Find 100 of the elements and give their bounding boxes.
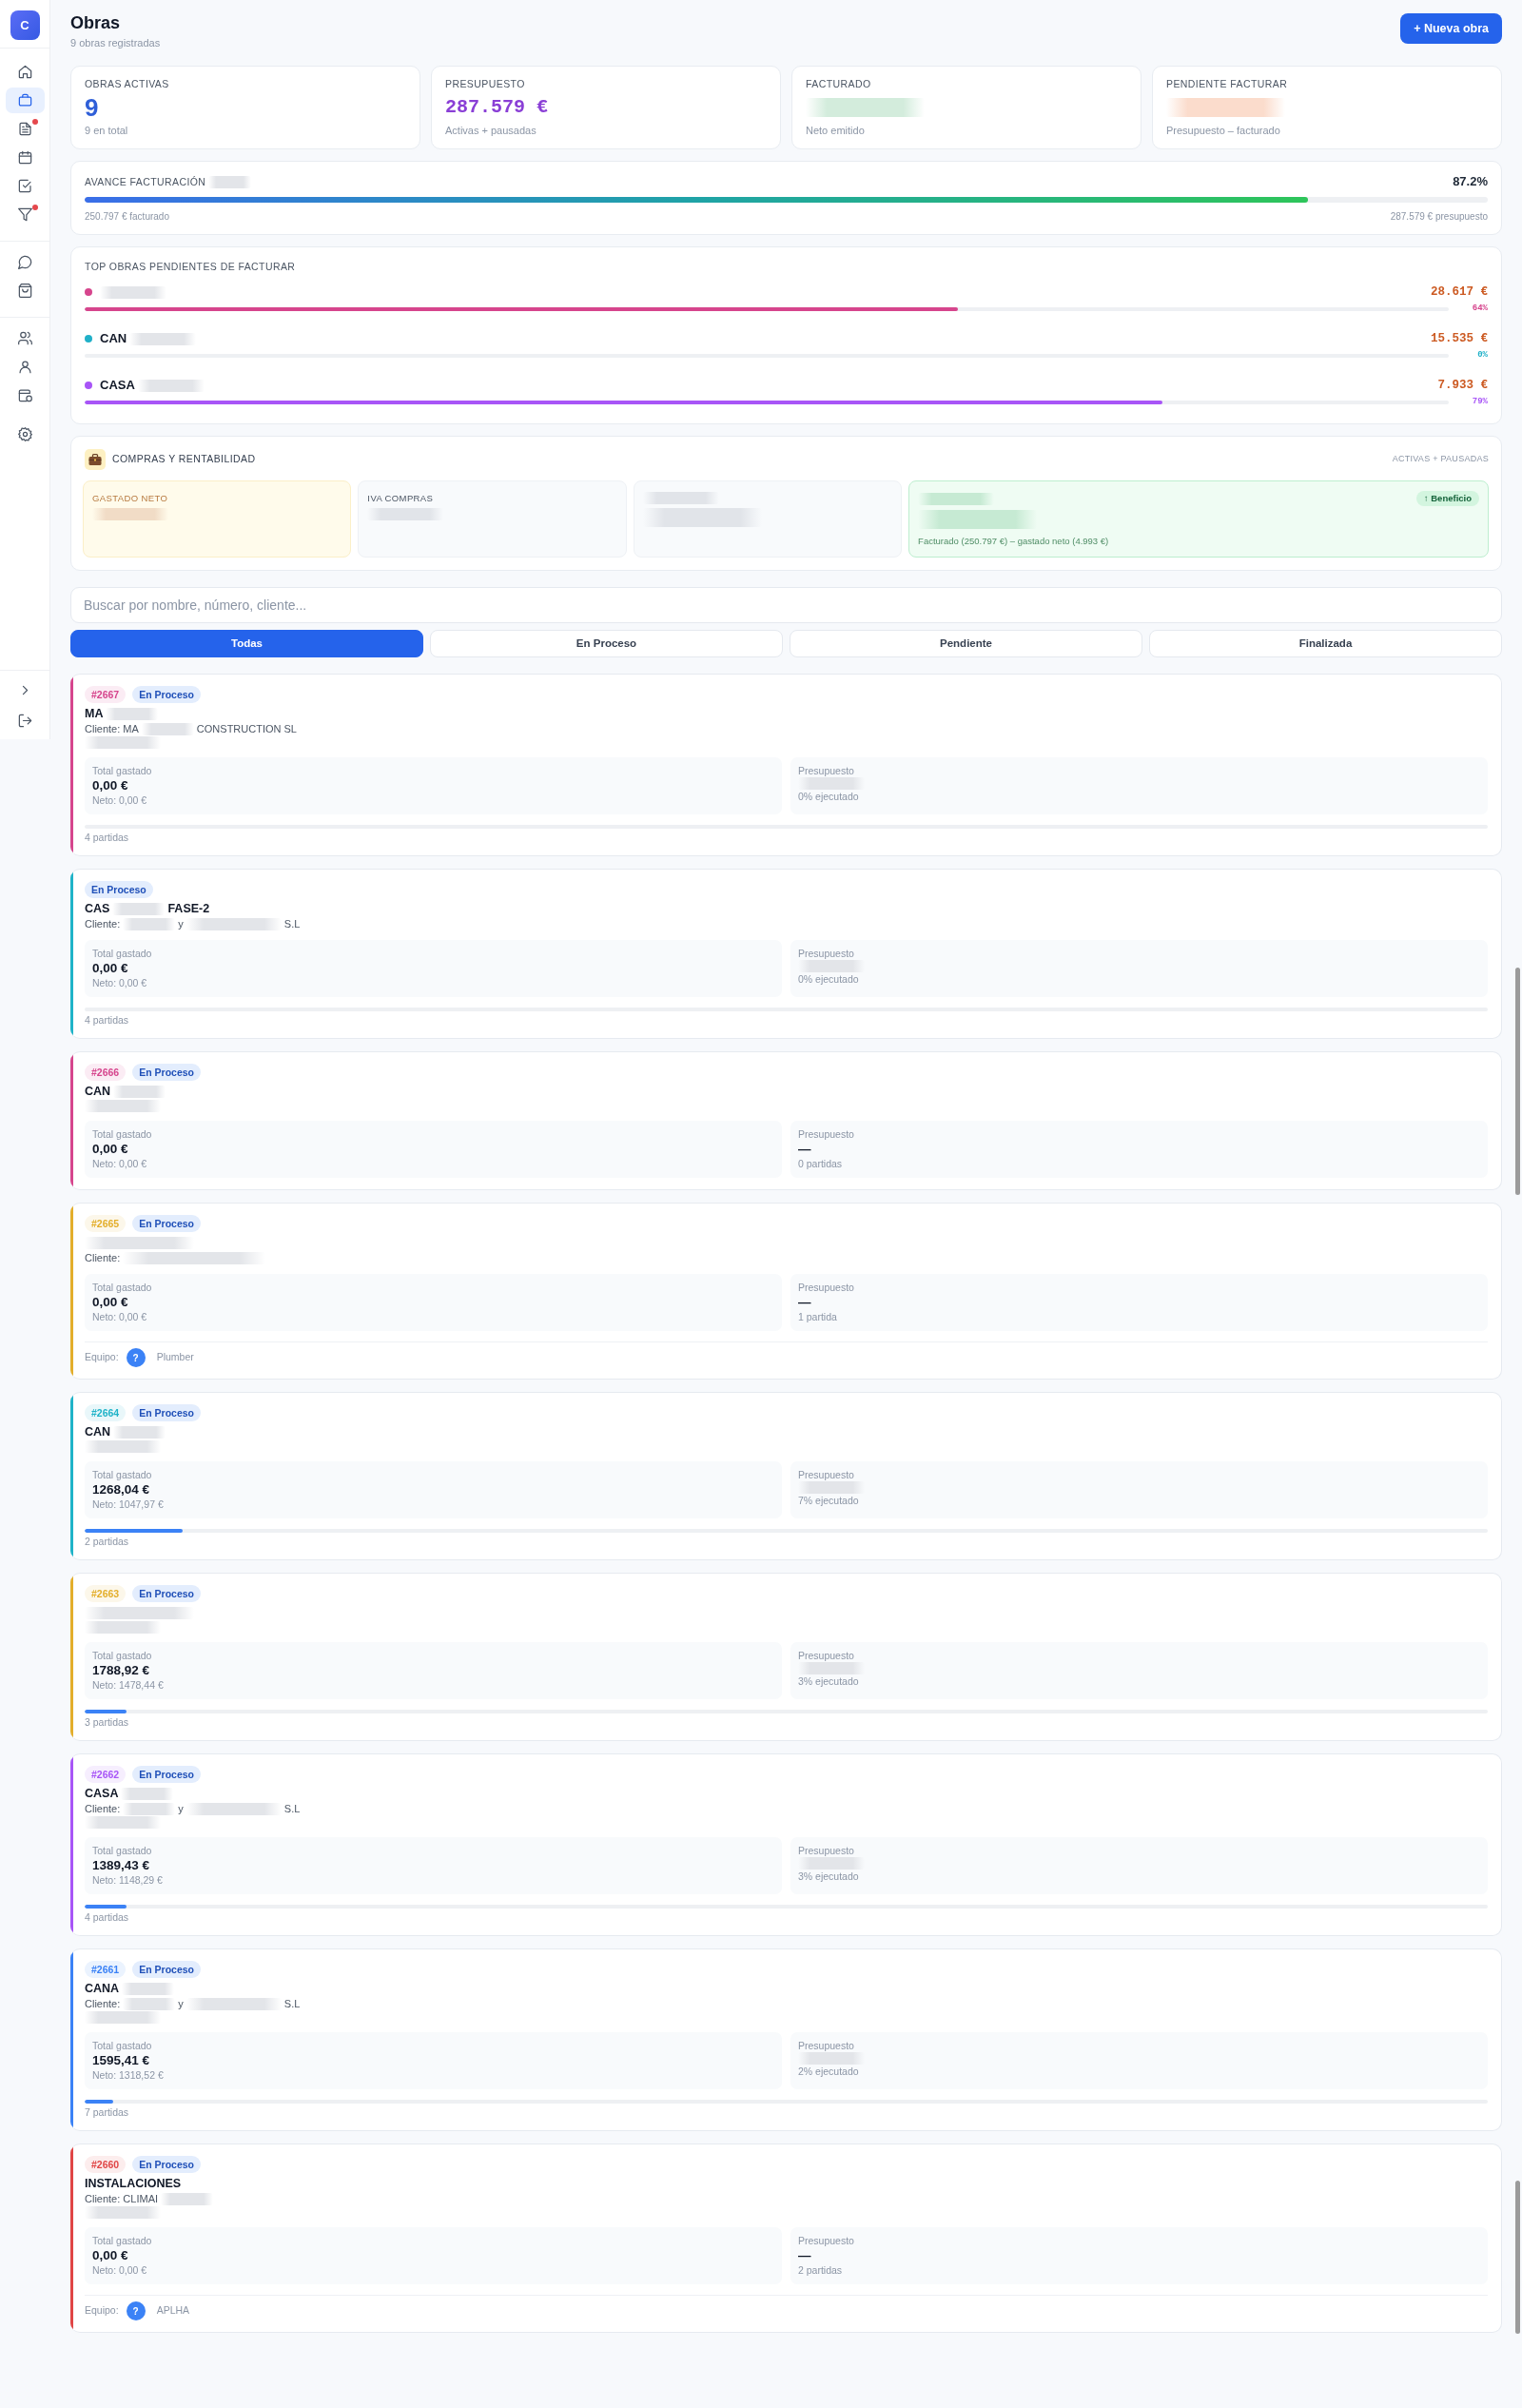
spent-amount: 1268,04 € (92, 1481, 151, 1498)
items-count: 4 partidas (85, 1911, 130, 1924)
team-label: Equipo: (85, 1350, 119, 1365)
redacted-block (208, 175, 252, 188)
work-title: FASE-2 (167, 900, 210, 917)
pending-percent: 79% (1471, 396, 1488, 409)
project-card[interactable]: #2660 En Proceso INSTALACIONES Cliente: CLIMAI Total gastado 0,00 € Neto: 0,00 € Presupuesto — 2 partidas Equipo: ? APLHA (70, 2144, 1502, 2333)
project-card[interactable]: #2664 En Proceso CAN Total gastado 1268,04 € Neto: 1047,97 € Presupuesto 7% ejecutado 2 partidas (70, 1392, 1502, 1560)
project-card[interactable]: #2667 En Proceso MA Cliente: MA CONSTRUCTION SL Total gastado 0,00 € Neto: 0,00 € Presupuesto 0% ejecutado 4 partidas (70, 674, 1502, 856)
stat-caption: Total gastado (92, 1468, 153, 1481)
pending-amount: 28.617 € (1431, 284, 1488, 301)
calendar-icon (17, 150, 32, 165)
project-card[interactable]: #2666 En Proceso CAN Total gastado 0,00 € Neto: 0,00 € Presupuesto — 0 partidas (70, 1051, 1502, 1190)
section-title: TOP OBRAS PENDIENTES DE FACTURAR (85, 260, 297, 273)
work-number-badge: #2664 (85, 1404, 127, 1421)
spent-amount: 0,00 € (92, 1141, 129, 1157)
scrollbar-thumb[interactable] (1515, 968, 1520, 1195)
filter-tab[interactable]: Finalizada (1149, 630, 1502, 657)
wallet-icon (17, 388, 32, 402)
nav-button[interactable] (5, 88, 45, 113)
project-card[interactable]: #2663 En Proceso Total gastado 1788,92 € Neto: 1478,44 € Presupuesto 3% ejecutado 3 partidas (70, 1573, 1502, 1741)
status-badge: En Proceso (132, 1961, 201, 1978)
profit-badge: ↑ Beneficio (1415, 491, 1479, 506)
budget-note: 2% ejecutado (798, 2065, 860, 2078)
filter-tab[interactable]: Todas (70, 630, 423, 657)
stat-label: FACTURADO (806, 77, 872, 90)
work-title: CASA (85, 1785, 119, 1802)
redacted-block (113, 1085, 166, 1098)
project-card[interactable]: #2661 En Proceso CANA Cliente: y S.L Total gastado 1595,41 € Neto: 1318,52 € Presupuesto 2% ejecutado 7 partidas (70, 1948, 1502, 2131)
search-field[interactable]: Buscar por nombre, número, cliente... (70, 587, 1502, 623)
stat-caption: Total gastado (92, 764, 153, 777)
stat-caption: Total gastado (92, 2234, 153, 2247)
status-badge: En Proceso (132, 1766, 201, 1783)
budget-note: 1 partida (798, 1310, 838, 1323)
work-title: CAN (85, 1423, 111, 1440)
net-amount: Neto: 1047,97 € (92, 1498, 165, 1511)
status-badge: En Proceso (132, 1404, 201, 1421)
work-number-badge: #2663 (85, 1585, 127, 1602)
work-title: INSTALACIONES (85, 2175, 182, 2192)
redacted-block (137, 379, 205, 392)
client-name: Cliente: (85, 916, 121, 931)
client-name: y (178, 1996, 184, 2011)
work-title: CANA (85, 1980, 120, 1997)
project-card[interactable]: #2662 En Proceso CASA Cliente: y S.L Total gastado 1389,43 € Neto: 1148,29 € Presupuesto 3% ejecutado 4 partidas (70, 1753, 1502, 1936)
client-name: Cliente: MA (85, 721, 139, 736)
redacted-block (123, 1802, 176, 1815)
spent-amount: 0,00 € (92, 960, 129, 976)
budget-note: 3% ejecutado (798, 1870, 860, 1883)
redacted-block (106, 707, 159, 720)
budget-note: 0% ejecutado (798, 790, 860, 803)
pending-amount: 7.933 € (1437, 377, 1488, 394)
redacted-block (129, 332, 197, 345)
status-badge: En Proceso (85, 881, 153, 898)
status-badge: En Proceso (132, 1064, 201, 1081)
client-name: Cliente: CLIMAI (85, 2191, 159, 2206)
summary-label: IVA COMPRAS (367, 491, 434, 504)
page-title: Obras (70, 12, 122, 33)
redacted-block (112, 902, 166, 915)
team-label: Equipo: (85, 2303, 119, 2319)
spent-amount: 0,00 € (92, 777, 129, 793)
status-badge: En Proceso (132, 686, 201, 703)
client-name: S.L (283, 1996, 301, 2011)
work-name: CAN (100, 330, 127, 348)
items-count: 4 partidas (85, 832, 130, 844)
filter-tab[interactable]: Pendiente (790, 630, 1142, 657)
work-title: CAN (85, 1083, 111, 1100)
client-name: CONSTRUCTION SL (196, 721, 297, 736)
stat-note: Neto emitido (806, 124, 866, 137)
stat-label: OBRAS ACTIVAS (85, 77, 170, 90)
project-card[interactable]: #2665 En Proceso Cliente: Total gastado 0,00 € Neto: 0,00 € Presupuesto — 1 partida Equipo: ? Plumber (70, 1203, 1502, 1380)
new-work-button[interactable]: + Nueva obra (1400, 13, 1502, 44)
shopping-bag-icon (17, 284, 32, 298)
stat-caption: Presupuesto (798, 947, 855, 960)
team-member: APLHA (156, 2303, 190, 2319)
stat-note: Presupuesto – facturado (1166, 124, 1281, 137)
stat-note: Activas + pausadas (445, 124, 537, 137)
stat-caption: Presupuesto (798, 2039, 855, 2052)
stat-caption: Total gastado (92, 2039, 153, 2052)
net-amount: Neto: 1478,44 € (92, 1678, 165, 1692)
redacted-block (141, 722, 194, 735)
client-name: S.L (283, 916, 301, 931)
app-logo[interactable]: C (10, 10, 40, 40)
budget-note: 7% ejecutado (798, 1494, 860, 1507)
client-name: Cliente: (85, 1801, 121, 1816)
budget-note: 3% ejecutado (798, 1674, 860, 1688)
scrollbar-thumb[interactable] (1515, 2181, 1520, 2334)
net-amount: Neto: 0,00 € (92, 976, 148, 989)
pending-percent: 0% (1476, 349, 1488, 362)
work-number-badge: #2660 (85, 2156, 127, 2173)
project-card[interactable]: En Proceso CAS FASE-2 Cliente: y S.L Total gastado 0,00 € Neto: 0,00 € Presupuesto 0% ejecutado 4 partidas (70, 869, 1502, 1039)
filter-tab[interactable]: En Proceso (430, 630, 783, 657)
document-icon (17, 122, 32, 136)
work-name: CASA (100, 377, 135, 395)
pending-percent: 64% (1471, 303, 1488, 316)
stat-caption: Total gastado (92, 1649, 153, 1662)
spent-amount: 1389,43 € (92, 1857, 151, 1873)
redacted-block (123, 917, 176, 930)
stat-caption: Presupuesto (798, 2234, 855, 2247)
progress-note: 250.797 € facturado (85, 210, 169, 223)
redacted-block (161, 2192, 214, 2205)
